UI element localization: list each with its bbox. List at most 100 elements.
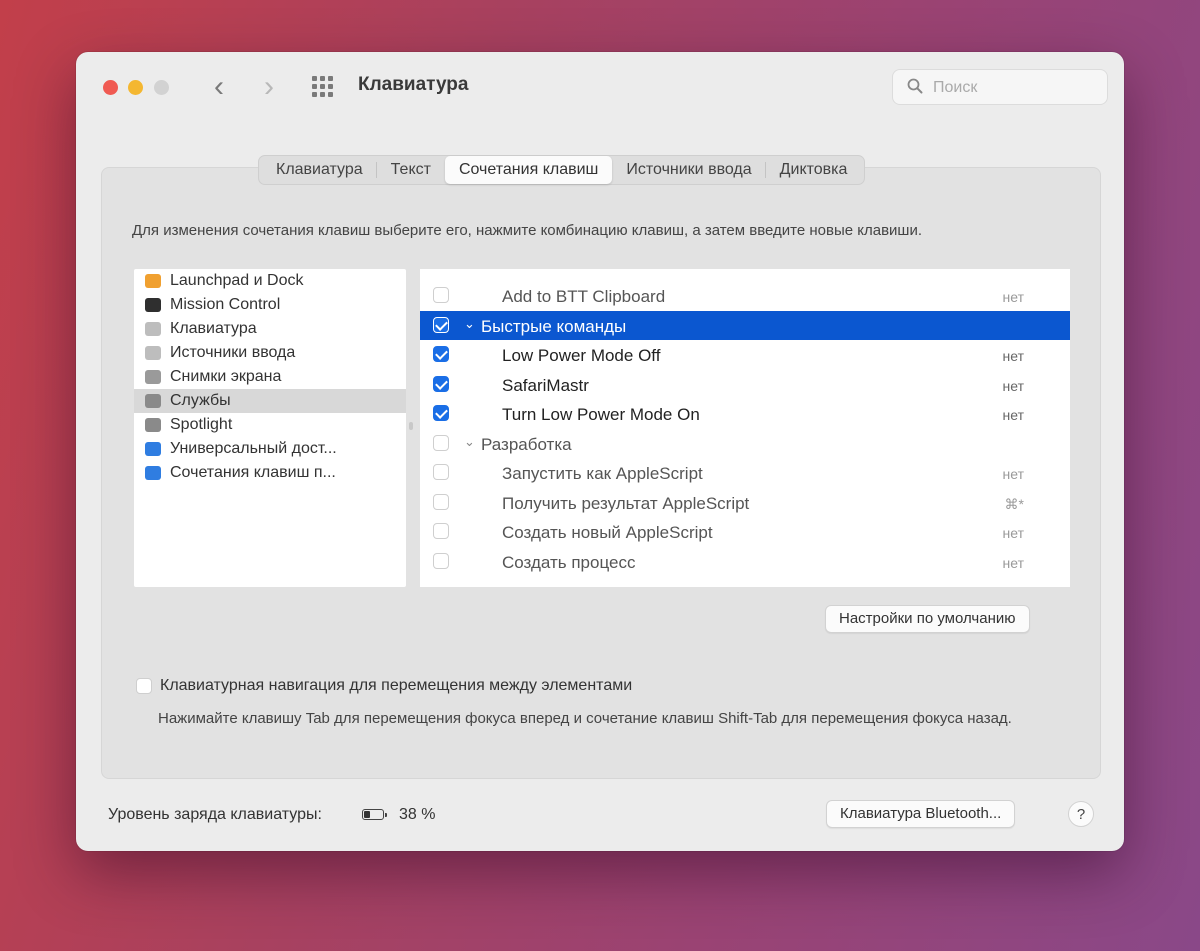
tab-input-sources[interactable]: Источники ввода bbox=[612, 156, 766, 184]
accessibility-icon bbox=[145, 442, 161, 456]
keyboard-icon bbox=[145, 322, 161, 336]
search-input[interactable] bbox=[931, 76, 1100, 100]
restore-defaults-button[interactable]: Настройки по умолчанию bbox=[825, 605, 1030, 633]
shortcut-label: Получить результат AppleScript bbox=[502, 493, 750, 513]
shortcut-checkbox[interactable] bbox=[433, 405, 449, 421]
shortcut-checkbox[interactable] bbox=[433, 375, 449, 392]
shortcut-keys[interactable]: нет bbox=[1003, 555, 1024, 571]
titlebar: ‹ › Клавиатура bbox=[76, 52, 1124, 120]
back-button[interactable]: ‹ bbox=[204, 71, 234, 103]
category-label: Источники ввода bbox=[170, 344, 296, 361]
shortcut-keys[interactable]: нет bbox=[1003, 407, 1024, 423]
category-item[interactable]: Снимки экрана bbox=[134, 365, 406, 389]
launchpad-icon bbox=[145, 274, 161, 288]
shortcut-keys[interactable]: нет bbox=[1003, 525, 1024, 541]
shortcut-label: Add to BTT Clipboard bbox=[502, 287, 666, 306]
shortcut-row[interactable]: Создать новый AppleScript нет bbox=[420, 517, 1070, 546]
shortcut-checkbox[interactable] bbox=[433, 493, 449, 510]
shortcut-group-row[interactable]: ⌄ Быстрые команды bbox=[420, 310, 1070, 340]
category-label: Spotlight bbox=[170, 416, 233, 433]
category-label: Сочетания клавиш п... bbox=[170, 464, 336, 481]
category-label: Службы bbox=[170, 392, 231, 409]
search-icon bbox=[907, 78, 923, 94]
instructions-text: Для изменения сочетания клавиш выберите … bbox=[132, 222, 923, 239]
battery-percent: 38 % bbox=[399, 806, 436, 823]
close-button[interactable] bbox=[103, 80, 118, 95]
category-item[interactable]: Сочетания клавиш п... bbox=[134, 461, 406, 485]
input-sources-icon bbox=[145, 346, 161, 360]
tab-bar: Клавиатура Текст Сочетания клавиш Источн… bbox=[258, 155, 866, 185]
search-field[interactable] bbox=[892, 69, 1108, 105]
keyboard-navigation-checkbox[interactable] bbox=[136, 678, 152, 694]
keyboard-navigation-description: Нажимайте клавишу Tab для перемещения фо… bbox=[158, 710, 1012, 727]
shortcut-checkbox[interactable] bbox=[433, 287, 449, 303]
show-all-grid-icon[interactable] bbox=[312, 76, 336, 98]
shortcut-checkbox[interactable] bbox=[433, 316, 449, 333]
bluetooth-keyboard-button[interactable]: Клавиатура Bluetooth... bbox=[826, 800, 1016, 828]
chevron-down-icon[interactable]: ⌄ bbox=[464, 316, 475, 332]
spotlight-icon bbox=[145, 418, 161, 432]
shortcut-row[interactable]: Add to BTT Clipboard нет bbox=[420, 281, 1070, 310]
category-label: Универсальный дост... bbox=[170, 440, 337, 457]
category-item[interactable]: Универсальный дост... bbox=[134, 437, 406, 461]
shortcut-row[interactable]: SafariMastr нет bbox=[420, 370, 1070, 399]
shortcut-row[interactable]: Создать процесс нет bbox=[420, 547, 1070, 576]
shortcut-label: Разработка bbox=[481, 434, 572, 454]
shortcut-label: SafariMastr bbox=[502, 375, 589, 395]
mission-control-icon bbox=[145, 298, 161, 312]
category-label: Mission Control bbox=[170, 296, 281, 313]
shortcut-keys[interactable]: нет bbox=[1003, 348, 1024, 364]
shortcut-checkbox[interactable] bbox=[433, 464, 449, 480]
shortcut-row[interactable]: Turn Low Power Mode On нет bbox=[420, 399, 1070, 428]
preferences-window: ‹ › Клавиатура Клавиатура Текст Сочетани… bbox=[76, 52, 1124, 851]
shortcut-checkbox[interactable] bbox=[433, 523, 449, 539]
minimize-button[interactable] bbox=[128, 80, 143, 95]
shortcut-label: Создать процесс bbox=[502, 552, 636, 572]
category-label: Клавиатура bbox=[170, 320, 257, 337]
shortcut-checkbox[interactable] bbox=[433, 346, 449, 362]
category-item[interactable]: Mission Control bbox=[134, 293, 406, 317]
battery-icon bbox=[362, 809, 387, 820]
shortcut-label: Запустить как AppleScript bbox=[502, 464, 703, 483]
chevron-down-icon[interactable]: ⌄ bbox=[464, 434, 475, 450]
shortcut-label: Быстрые команды bbox=[481, 316, 627, 336]
window-title: Клавиатура bbox=[358, 74, 469, 95]
gear-icon bbox=[145, 394, 161, 408]
forward-button[interactable]: › bbox=[254, 71, 284, 103]
shortcut-keys[interactable]: нет bbox=[1003, 378, 1024, 394]
app-shortcuts-icon bbox=[145, 466, 161, 480]
tab-keyboard[interactable]: Клавиатура bbox=[262, 156, 377, 184]
chevron-right-icon: › bbox=[264, 70, 274, 103]
category-item[interactable]: Spotlight bbox=[134, 413, 406, 437]
shortcut-keys[interactable]: ⌘* bbox=[1005, 496, 1024, 513]
shortcut-group-row[interactable]: ⌄ Разработка bbox=[420, 429, 1070, 458]
tab-shortcuts[interactable]: Сочетания клавиш bbox=[444, 156, 613, 184]
shortcut-checkbox[interactable] bbox=[433, 434, 449, 451]
shortcut-keys[interactable]: нет bbox=[1003, 466, 1024, 482]
category-item[interactable]: Службы bbox=[134, 389, 406, 413]
chevron-left-icon: ‹ bbox=[214, 70, 224, 103]
split-view-handle[interactable] bbox=[409, 422, 413, 430]
category-label: Launchpad и Dock bbox=[170, 272, 304, 289]
shortcut-list: Add to BTT Clipboard нет ⌄ Быстрые команды L… bbox=[420, 269, 1070, 587]
tab-text[interactable]: Текст bbox=[377, 156, 445, 184]
category-item[interactable]: Источники ввода bbox=[134, 341, 406, 365]
shortcut-row[interactable]: Запустить как AppleScript нет bbox=[420, 458, 1070, 487]
category-item[interactable]: Клавиатура bbox=[134, 317, 406, 341]
category-item[interactable]: Launchpad и Dock bbox=[134, 269, 406, 293]
keyboard-navigation-label: Клавиатурная навигация для перемещения м… bbox=[160, 677, 633, 694]
shortcut-keys[interactable]: нет bbox=[1003, 289, 1024, 305]
tab-dictation[interactable]: Диктовка bbox=[766, 156, 862, 184]
shortcut-label: Создать новый AppleScript bbox=[502, 523, 713, 542]
shortcut-checkbox[interactable] bbox=[433, 552, 449, 569]
shortcut-label: Low Power Mode Off bbox=[502, 346, 661, 365]
screenshot-icon bbox=[145, 370, 161, 384]
shortcut-row[interactable]: Получить результат AppleScript ⌘* bbox=[420, 488, 1070, 517]
help-button[interactable]: ? bbox=[1068, 801, 1094, 827]
category-list: Launchpad и Dock Mission Control Клавиатур… bbox=[134, 269, 406, 587]
battery-label: Уровень заряда клавиатуры: bbox=[108, 806, 322, 823]
zoom-button[interactable] bbox=[154, 80, 169, 95]
category-label: Снимки экрана bbox=[170, 368, 282, 385]
shortcut-label: Turn Low Power Mode On bbox=[502, 405, 700, 424]
shortcut-row[interactable]: Low Power Mode Off нет bbox=[420, 340, 1070, 369]
